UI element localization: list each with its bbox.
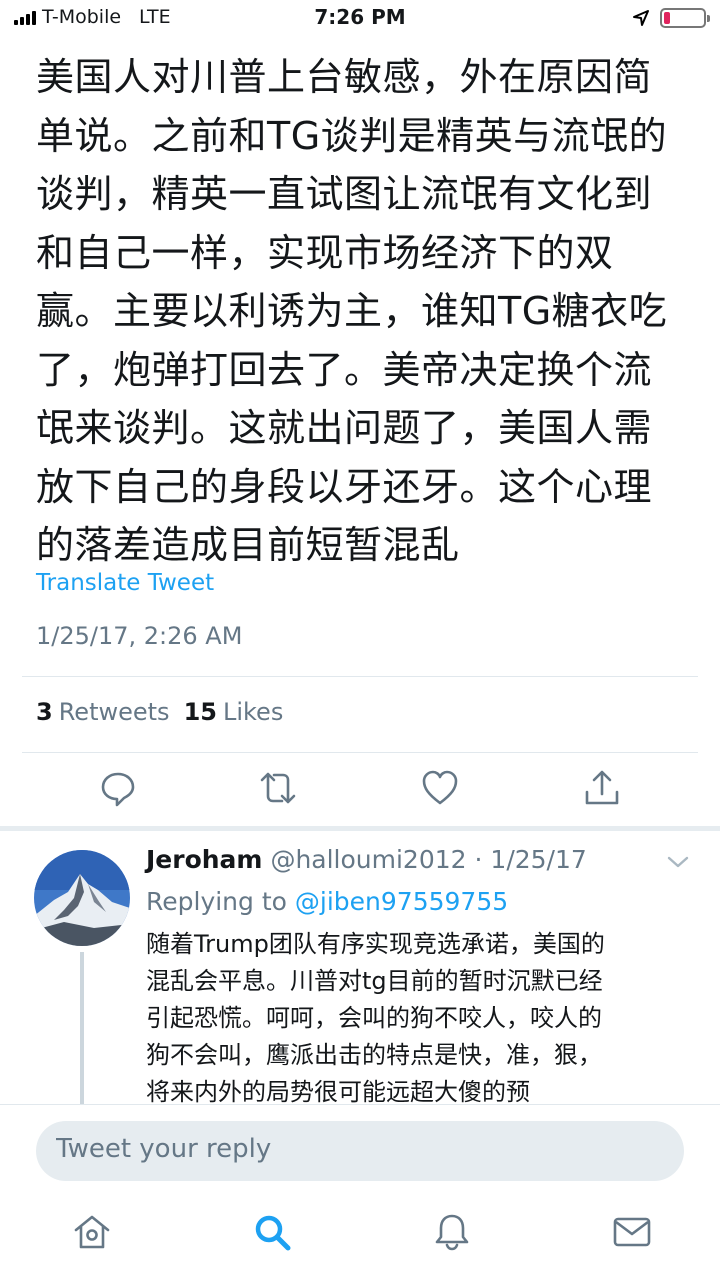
tweet-stats: 3 Retweets 15 Likes <box>36 698 283 726</box>
retweets-stat[interactable]: 3 Retweets <box>36 698 170 726</box>
battery-icon <box>660 8 710 28</box>
likes-label: Likes <box>222 698 284 726</box>
search-icon[interactable] <box>252 1212 292 1252</box>
tweet-text: 美国人对川普上台敏感，外在原因简 单说。之前和TG谈判是精英与流氓的 谈判，精英… <box>36 55 668 567</box>
status-right <box>632 8 710 28</box>
likes-count: 15 <box>183 698 217 726</box>
tweet-timestamp: 1/25/17, 2:26 AM <box>36 622 243 650</box>
battery-level <box>664 12 670 24</box>
mountain-avatar-image <box>34 850 130 946</box>
retweet-icon[interactable] <box>258 768 298 808</box>
meta-separator: · <box>474 845 483 874</box>
tweet-actions <box>0 768 720 816</box>
reply-author-name[interactable]: Jeroham <box>146 845 262 874</box>
divider <box>22 676 698 677</box>
replying-to: Replying to @jiben97559755 <box>146 887 508 916</box>
tweet-reply-input[interactable] <box>56 1134 656 1164</box>
retweets-count: 3 <box>36 698 53 726</box>
replying-to-handle[interactable]: @jiben97559755 <box>295 887 508 916</box>
likes-stat[interactable]: 15 Likes <box>184 698 284 726</box>
divider <box>22 752 698 753</box>
clock: 7:26 PM <box>314 5 406 29</box>
status-bar: T-Mobile LTE 7:26 PM <box>0 0 720 36</box>
translate-tweet-link[interactable]: Translate Tweet <box>36 570 214 596</box>
reply-text: 随着Trump团队有序实现竞选承诺，美国的 混乱会平息。川普对tg目前的暂时沉默… <box>146 930 605 1106</box>
home-icon[interactable] <box>72 1212 112 1252</box>
messages-icon[interactable] <box>612 1212 652 1252</box>
share-icon[interactable] <box>582 768 622 808</box>
thread-line <box>80 952 84 1104</box>
retweets-label: Retweets <box>58 698 170 726</box>
heart-icon[interactable] <box>420 768 460 808</box>
reply-date: 1/25/17 <box>490 845 587 874</box>
notifications-icon[interactable] <box>432 1212 472 1252</box>
reply-header: Jeroham @halloumi2012 · 1/25/17 <box>146 845 587 874</box>
chevron-down-icon[interactable] <box>666 854 690 870</box>
location-arrow-icon <box>633 10 649 26</box>
reply-author-handle[interactable]: @halloumi2012 <box>270 845 466 874</box>
replying-to-label: Replying to <box>146 887 287 916</box>
reply-icon[interactable] <box>98 768 138 808</box>
section-separator <box>0 826 720 831</box>
tab-bar <box>0 1196 720 1280</box>
avatar[interactable] <box>34 850 130 946</box>
reply-composer[interactable] <box>36 1121 684 1181</box>
